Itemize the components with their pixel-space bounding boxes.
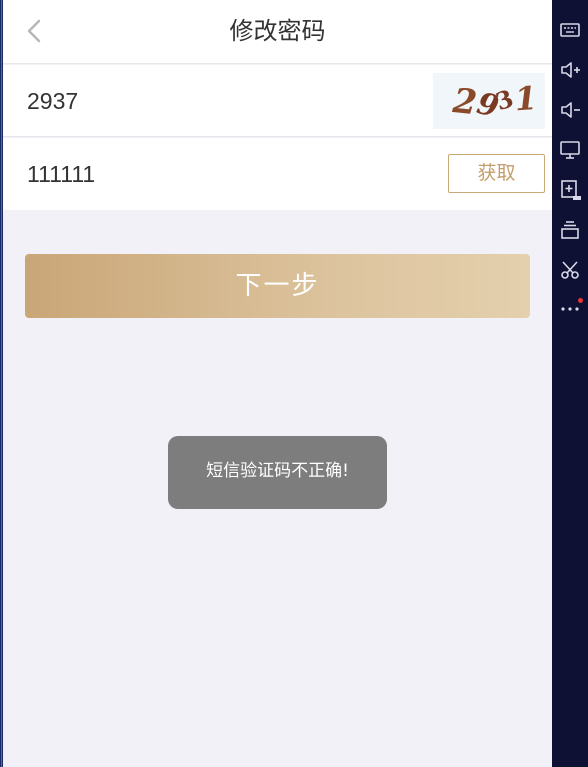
captcha-image[interactable]: 2 9 3 1 bbox=[433, 73, 545, 129]
keyboard-button[interactable] bbox=[558, 18, 582, 42]
app-screen: 修改密码 2 9 3 1 获取 下一步 短信验证码不正确! bbox=[3, 0, 552, 767]
keyboard-icon bbox=[560, 23, 580, 37]
captcha-input[interactable] bbox=[27, 65, 407, 137]
screen-button[interactable] bbox=[558, 138, 582, 162]
more-button[interactable] bbox=[558, 296, 583, 320]
chevron-left-icon bbox=[27, 19, 41, 43]
back-button[interactable] bbox=[17, 14, 51, 48]
sms-code-input[interactable] bbox=[27, 138, 407, 210]
volume-down-button[interactable] bbox=[558, 98, 582, 122]
volume-down-icon bbox=[561, 102, 580, 118]
layers-button[interactable] bbox=[558, 218, 582, 242]
screenshot-button[interactable] bbox=[558, 258, 582, 282]
volume-up-button[interactable] bbox=[558, 58, 582, 82]
captcha-row: 2 9 3 1 bbox=[3, 65, 552, 137]
svg-text:1: 1 bbox=[513, 79, 538, 118]
layers-icon bbox=[561, 221, 579, 239]
page-title: 修改密码 bbox=[229, 17, 326, 45]
scissors-icon bbox=[561, 261, 579, 279]
screen-icon bbox=[560, 141, 580, 159]
sms-code-row: 获取 bbox=[3, 138, 552, 210]
header-bar: 修改密码 bbox=[3, 0, 552, 64]
emulator-toolbar bbox=[552, 0, 588, 767]
apk-install-button[interactable] bbox=[558, 178, 582, 202]
next-step-button[interactable]: 下一步 bbox=[25, 254, 530, 318]
toast-message: 短信验证码不正确! bbox=[168, 436, 387, 509]
notification-dot bbox=[578, 298, 583, 303]
get-code-button[interactable]: 获取 bbox=[448, 154, 545, 193]
apk-install-icon bbox=[561, 180, 581, 200]
volume-up-icon bbox=[561, 62, 580, 78]
